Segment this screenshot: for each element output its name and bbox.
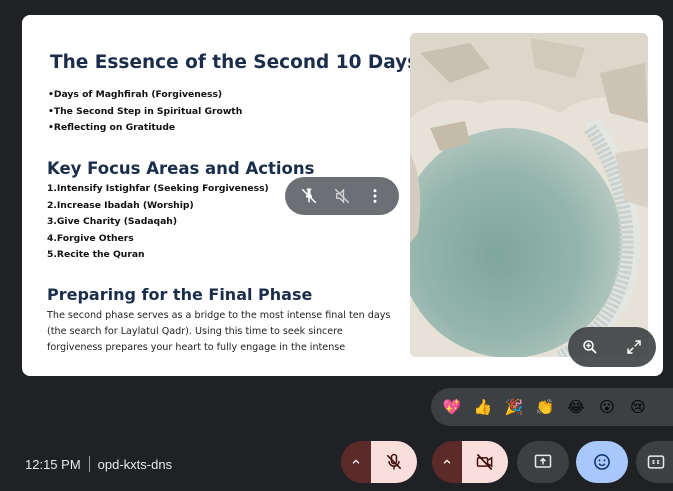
reaction-party[interactable]: 🎉 xyxy=(503,396,525,418)
reaction-surprised[interactable]: 😮 xyxy=(596,396,618,418)
camera-toggle-button[interactable] xyxy=(462,441,508,483)
reaction-clap[interactable]: 👏 xyxy=(534,396,556,418)
reaction-sad[interactable]: 😢 xyxy=(627,396,649,418)
mic-options-chevron[interactable] xyxy=(341,441,371,483)
emoji-reactions-button[interactable] xyxy=(576,441,628,483)
meet-window: The Essence of the Second 10 Days •Days … xyxy=(0,0,673,491)
list-item: •Reflecting on Gratitude xyxy=(48,122,176,133)
unpin-icon[interactable] xyxy=(296,183,322,209)
list-item: 4.Forgive Others xyxy=(47,232,134,244)
list-item: •Days of Maghfirah (Forgiveness) xyxy=(48,89,223,100)
slide-image-lagoon xyxy=(410,33,648,357)
camera-options-chevron[interactable] xyxy=(432,441,462,483)
mic-off-icon xyxy=(386,453,402,470)
heading-key-focus: Key Focus Areas and Actions xyxy=(47,159,315,178)
meeting-code[interactable]: opd-kxts-dns xyxy=(98,457,172,472)
meeting-time: 12:15 PM xyxy=(25,456,81,472)
reaction-laugh[interactable]: 😂 xyxy=(565,396,587,418)
info-divider xyxy=(88,456,90,472)
heading-essence: The Essence of the Second 10 Days xyxy=(50,52,419,73)
slide-paragraph: The second phase serves as a bridge to t… xyxy=(47,310,391,353)
zoom-in-icon[interactable] xyxy=(575,332,605,362)
list-item: 5.Recite the Quran xyxy=(47,249,145,260)
reaction-thumbs-up[interactable]: 👍 xyxy=(472,396,494,418)
present-screen-button[interactable] xyxy=(517,441,569,483)
fullscreen-icon[interactable] xyxy=(619,332,649,362)
tile-controls-overlay xyxy=(285,177,399,215)
reaction-heart[interactable]: 💖 xyxy=(441,396,463,418)
list-item: 2.Increase Ibadah (Worship) xyxy=(47,199,194,211)
present-to-all-icon xyxy=(534,454,552,468)
more-vert-icon[interactable] xyxy=(362,183,388,209)
camera-off-icon xyxy=(476,453,493,471)
emoji-icon xyxy=(594,454,610,470)
actions-list: 1.Intensify Istighfar (Seeking Forgivene… xyxy=(47,181,269,264)
essence-bullet-list: •Days of Maghfirah (Forgiveness) •The Se… xyxy=(48,87,242,137)
list-item: 3.Give Charity (Sadaqah) xyxy=(47,216,178,227)
meeting-info: 12:15 PM opd-kxts-dns xyxy=(25,456,172,472)
zoom-controls xyxy=(568,327,656,367)
mute-off-icon[interactable] xyxy=(329,183,355,209)
list-item: •The Second Step in Spiritual Growth xyxy=(48,105,243,117)
captions-button[interactable] xyxy=(636,441,673,483)
reactions-bar: 💖 👍 🎉 👏 😂 😮 😢 xyxy=(431,388,673,426)
mic-toggle-button[interactable] xyxy=(371,441,417,483)
list-item: 1.Intensify Istighfar (Seeking Forgivene… xyxy=(47,183,269,194)
heading-preparing: Preparing for the Final Phase xyxy=(47,285,313,304)
closed-captions-icon xyxy=(647,455,665,469)
